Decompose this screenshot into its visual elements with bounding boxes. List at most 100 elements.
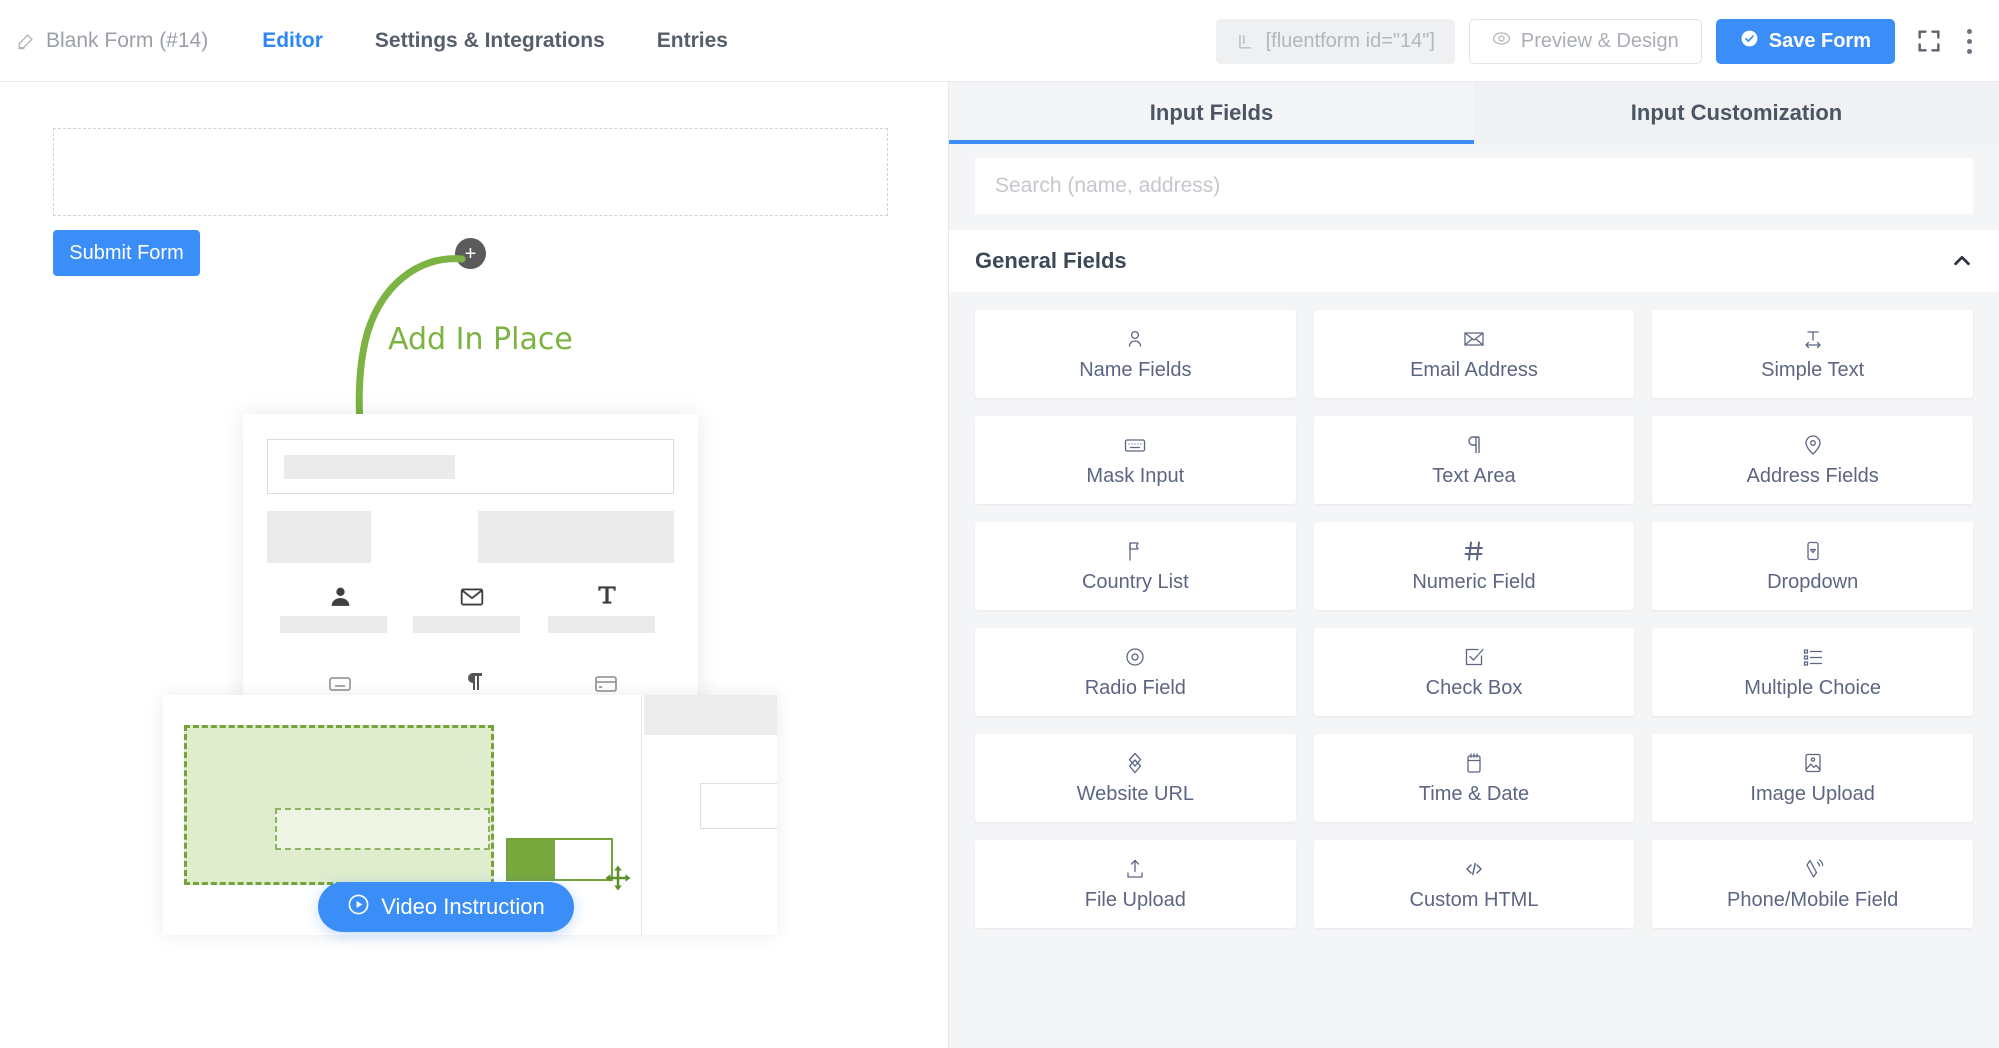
field-card-file-upload[interactable]: File Upload <box>975 840 1296 928</box>
field-card-label: Email Address <box>1410 359 1538 381</box>
field-card-label: Check Box <box>1425 677 1523 699</box>
tab-input-customization[interactable]: Input Customization <box>1474 82 1999 144</box>
field-card-website-url[interactable]: Website URL <box>975 734 1296 822</box>
fields-panel: Input Fields Input Customization General… <box>948 82 1999 1048</box>
field-card-email-address[interactable]: Email Address <box>1313 310 1635 398</box>
panel-tabs: Input Fields Input Customization <box>949 82 1999 144</box>
form-title-group[interactable]: Blank Form (#14) <box>16 29 208 53</box>
user-icon <box>1123 326 1147 352</box>
field-card-label: Numeric Field <box>1412 571 1536 593</box>
empty-drop-zone[interactable] <box>53 128 888 216</box>
upload-icon <box>1123 856 1147 882</box>
submit-form-button[interactable]: Submit Form <box>53 230 200 276</box>
divider <box>641 695 642 935</box>
field-card-label: Dropdown <box>1767 571 1859 593</box>
field-card-country-list[interactable]: Country List <box>975 522 1296 610</box>
top-bar: Blank Form (#14) Editor Settings & Integ… <box>0 0 1999 82</box>
field-card-label: Text Area <box>1432 465 1516 487</box>
serif-text-icon <box>594 582 620 613</box>
field-card-address-fields[interactable]: Address Fields <box>1652 416 1973 504</box>
list-checks-icon <box>1801 644 1825 670</box>
mock-bar <box>280 616 387 633</box>
field-card-name-fields[interactable]: Name Fields <box>975 310 1296 398</box>
dragged-field-fill <box>508 840 555 879</box>
search-wrapper <box>949 144 1999 230</box>
field-card-phone-mobile-field[interactable]: Phone/Mobile Field <box>1652 840 1973 928</box>
field-card-time-date[interactable]: Time & Date <box>1313 734 1635 822</box>
code-icon <box>1462 856 1486 882</box>
general-fields-title: General Fields <box>975 248 1127 273</box>
tab-input-fields[interactable]: Input Fields <box>949 82 1474 144</box>
user-icon <box>328 584 353 614</box>
save-form-button[interactable]: Save Form <box>1715 18 1895 64</box>
envelope-icon <box>1462 326 1486 352</box>
field-card-check-box[interactable]: Check Box <box>1313 628 1635 716</box>
shortcode-chip[interactable]: [fluentform id="14"] <box>1215 18 1455 64</box>
main-nav: Editor Settings & Integrations Entries <box>236 29 754 53</box>
link-diamond-icon <box>1123 750 1147 776</box>
shortcode-text: [fluentform id="14"] <box>1265 29 1435 52</box>
mock-bar <box>478 511 674 563</box>
mock-bar <box>644 695 777 735</box>
nav-tab-editor[interactable]: Editor <box>236 29 349 53</box>
shortcode-icon <box>1236 32 1255 51</box>
fullscreen-icon[interactable] <box>1915 27 1943 55</box>
video-instruction-button[interactable]: Video Instruction <box>318 882 574 932</box>
mock-input-outline <box>700 783 777 829</box>
field-card-label: Radio Field <box>1084 677 1186 699</box>
form-canvas: Submit Form + Add In Place Video Instruc… <box>0 82 948 1048</box>
field-card-label: Mask Input <box>1086 465 1185 487</box>
save-form-label: Save Form <box>1768 29 1871 52</box>
field-card-label: Phone/Mobile Field <box>1727 889 1899 911</box>
add-in-place-label: Add In Place <box>388 322 573 357</box>
field-card-simple-text[interactable]: Simple Text <box>1652 310 1973 398</box>
top-bar-actions: [fluentform id="14"] Preview & Design Sa… <box>1215 0 1981 82</box>
mock-input-fill <box>284 455 455 479</box>
field-card-custom-html[interactable]: Custom HTML <box>1313 840 1635 928</box>
field-card-numeric-field[interactable]: Numeric Field <box>1313 522 1635 610</box>
field-card-mask-input[interactable]: Mask Input <box>975 416 1296 504</box>
check-square-icon <box>1462 644 1486 670</box>
mock-bar <box>548 616 655 633</box>
paragraph-icon <box>1462 432 1486 458</box>
field-card-label: Multiple Choice <box>1744 677 1882 699</box>
text-width-icon <box>1801 326 1825 352</box>
field-card-radio-field[interactable]: Radio Field <box>975 628 1296 716</box>
image-icon <box>1801 750 1825 776</box>
field-card-dropdown[interactable]: Dropdown <box>1652 522 1973 610</box>
mock-bar <box>267 511 371 563</box>
general-fields-group-header[interactable]: General Fields <box>949 230 1999 292</box>
drop-placeholder <box>275 808 490 850</box>
hash-icon <box>1462 538 1486 564</box>
mock-bar <box>413 616 520 633</box>
field-card-label: Time & Date <box>1418 783 1530 805</box>
field-card-label: Country List <box>1081 571 1189 593</box>
envelope-icon <box>459 584 485 615</box>
dropdown-caret-icon <box>1801 538 1825 564</box>
eye-icon <box>1492 29 1511 54</box>
play-circle-icon <box>347 893 370 922</box>
search-input[interactable] <box>975 158 1973 214</box>
dragged-field-chip <box>506 838 613 881</box>
nav-tab-settings-integrations[interactable]: Settings & Integrations <box>349 29 631 53</box>
field-card-multiple-choice[interactable]: Multiple Choice <box>1652 628 1973 716</box>
form-title: Blank Form (#14) <box>46 28 209 52</box>
move-cursor-icon <box>603 863 633 898</box>
field-card-label: Simple Text <box>1761 359 1865 381</box>
field-card-label: File Upload <box>1084 889 1186 911</box>
preview-design-button[interactable]: Preview & Design <box>1468 18 1702 64</box>
chevron-up-icon[interactable] <box>1951 250 1973 272</box>
pencil-icon <box>16 31 36 51</box>
video-instruction-label: Video Instruction <box>381 894 545 919</box>
phone-signal-icon <box>1801 856 1825 882</box>
general-fields-grid: Name Fields Email Address Simple Text Mask … <box>949 292 1999 948</box>
keyboard-icon <box>1123 432 1147 458</box>
map-pin-icon <box>1801 432 1825 458</box>
field-card-label: Image Upload <box>1750 783 1875 805</box>
more-vertical-icon[interactable] <box>1957 24 1981 58</box>
nav-tab-entries[interactable]: Entries <box>631 29 754 53</box>
field-card-label: Name Fields <box>1079 359 1192 381</box>
field-card-text-area[interactable]: Text Area <box>1313 416 1635 504</box>
field-card-image-upload[interactable]: Image Upload <box>1652 734 1973 822</box>
field-card-label: Address Fields <box>1746 465 1879 487</box>
